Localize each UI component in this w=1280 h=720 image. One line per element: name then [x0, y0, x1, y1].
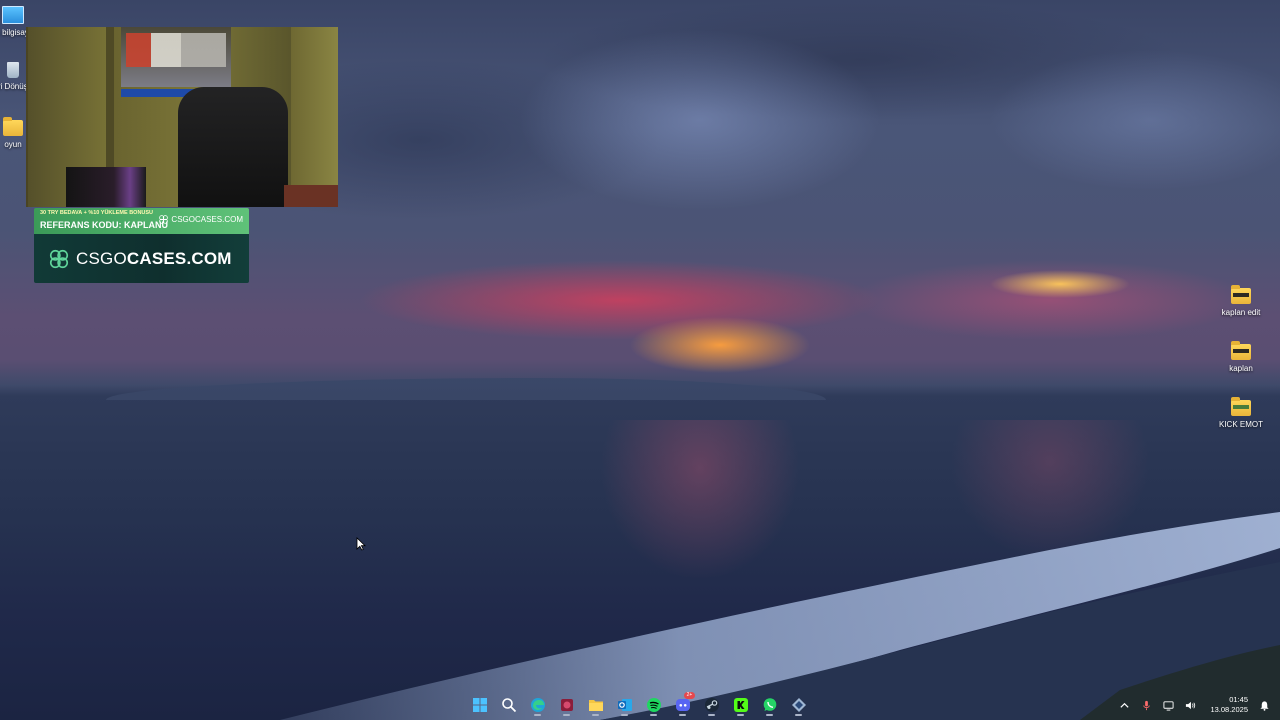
desktop-icon-label: kaplan edit: [1221, 308, 1261, 317]
taskbar-file-explorer[interactable]: [584, 693, 607, 716]
folder-icon: [1231, 285, 1251, 304]
clock-time: 01:45: [1229, 695, 1248, 704]
outlook-icon: [617, 698, 632, 711]
start-button[interactable]: [468, 693, 491, 716]
wallpaper-reflection: [950, 420, 1150, 560]
app-icon: [791, 697, 806, 712]
taskbar-outlook[interactable]: [613, 693, 636, 716]
webcam-overlay: [26, 27, 338, 207]
taskbar-kick[interactable]: [729, 693, 752, 716]
promo-brand-small: CSGOCASES.COM: [159, 215, 243, 224]
folder-icon: [1231, 341, 1251, 360]
speaker-icon: [1185, 701, 1196, 709]
folder-icon: [588, 699, 603, 711]
game-app-icon: [560, 698, 573, 711]
taskbar-search-button[interactable]: [497, 693, 520, 716]
mouse-cursor-icon: [356, 537, 366, 551]
desktop-icon-kaplan-edit[interactable]: kaplan edit: [1206, 285, 1276, 317]
promo-banner: 30 TRY BEDAVA + %10 YÜKLEME BONUSU REFER…: [34, 208, 249, 283]
spotify-icon: [646, 697, 661, 712]
taskbar-steam[interactable]: [700, 693, 723, 716]
promo-referral-code: REFERANS KODU: KAPLANU: [40, 220, 168, 230]
promo-brand-big-left: CSGO: [76, 248, 127, 268]
volume-button[interactable]: [1184, 699, 1196, 711]
kick-icon: [733, 697, 748, 712]
taskbar-clock[interactable]: 01:45 13.08.2025: [1210, 695, 1248, 715]
clover-icon: [49, 249, 69, 268]
taskbar-discord[interactable]: 2+: [671, 692, 695, 716]
chevron-up-icon: [1120, 702, 1129, 708]
taskbar-apps: 2+: [468, 692, 810, 717]
edge-icon: [530, 697, 545, 712]
bell-icon: [1259, 700, 1269, 711]
whatsapp-icon: [763, 697, 776, 711]
notifications-button[interactable]: [1258, 699, 1270, 711]
taskbar-game-app[interactable]: [555, 693, 578, 716]
desktop-icon-label: KICK EMOT: [1218, 420, 1263, 429]
taskbar: 2+ 01:45 13.08.2025: [0, 690, 1280, 720]
desktop-icon-label: kaplan: [1229, 364, 1253, 373]
network-icon: [1163, 700, 1174, 711]
windows-start-icon: [472, 697, 487, 712]
folder-icon: [1231, 397, 1251, 416]
desktop-icon-kick-emot[interactable]: KICK EMOT: [1206, 397, 1276, 429]
promo-brand-big-right: CASES.COM: [126, 248, 232, 268]
promo-brand-big: CSGOCASES.COM: [76, 249, 232, 269]
clock-date: 13.08.2025: [1210, 705, 1248, 714]
desktop-icon-kaplan[interactable]: kaplan: [1206, 341, 1276, 373]
system-tray: 01:45 13.08.2025: [1118, 690, 1280, 720]
recycle-bin-icon: [7, 62, 19, 78]
promo-footer: CSGOCASES.COM: [34, 234, 249, 283]
taskbar-whatsapp[interactable]: [758, 693, 781, 716]
search-icon: [501, 697, 516, 712]
network-button[interactable]: [1162, 699, 1174, 711]
microphone-icon: [1143, 700, 1150, 710]
taskbar-edge[interactable]: [526, 693, 549, 716]
this-pc-icon: [2, 6, 24, 24]
taskbar-app[interactable]: [787, 693, 810, 716]
wallpaper-reflection: [600, 420, 800, 580]
steam-icon: [704, 697, 719, 712]
microphone-button[interactable]: [1140, 699, 1152, 711]
promo-brand-small-text: CSGOCASES.COM: [171, 215, 243, 224]
folder-icon: [3, 117, 23, 136]
discord-notification-badge: 2+: [684, 692, 695, 699]
taskbar-spotify[interactable]: [642, 693, 665, 716]
show-hidden-icons-button[interactable]: [1118, 699, 1130, 711]
promo-bonus-text: 30 TRY BEDAVA + %10 YÜKLEME BONUSU: [40, 210, 154, 216]
promo-header: 30 TRY BEDAVA + %10 YÜKLEME BONUSU REFER…: [34, 208, 249, 234]
clover-icon: [159, 215, 169, 224]
